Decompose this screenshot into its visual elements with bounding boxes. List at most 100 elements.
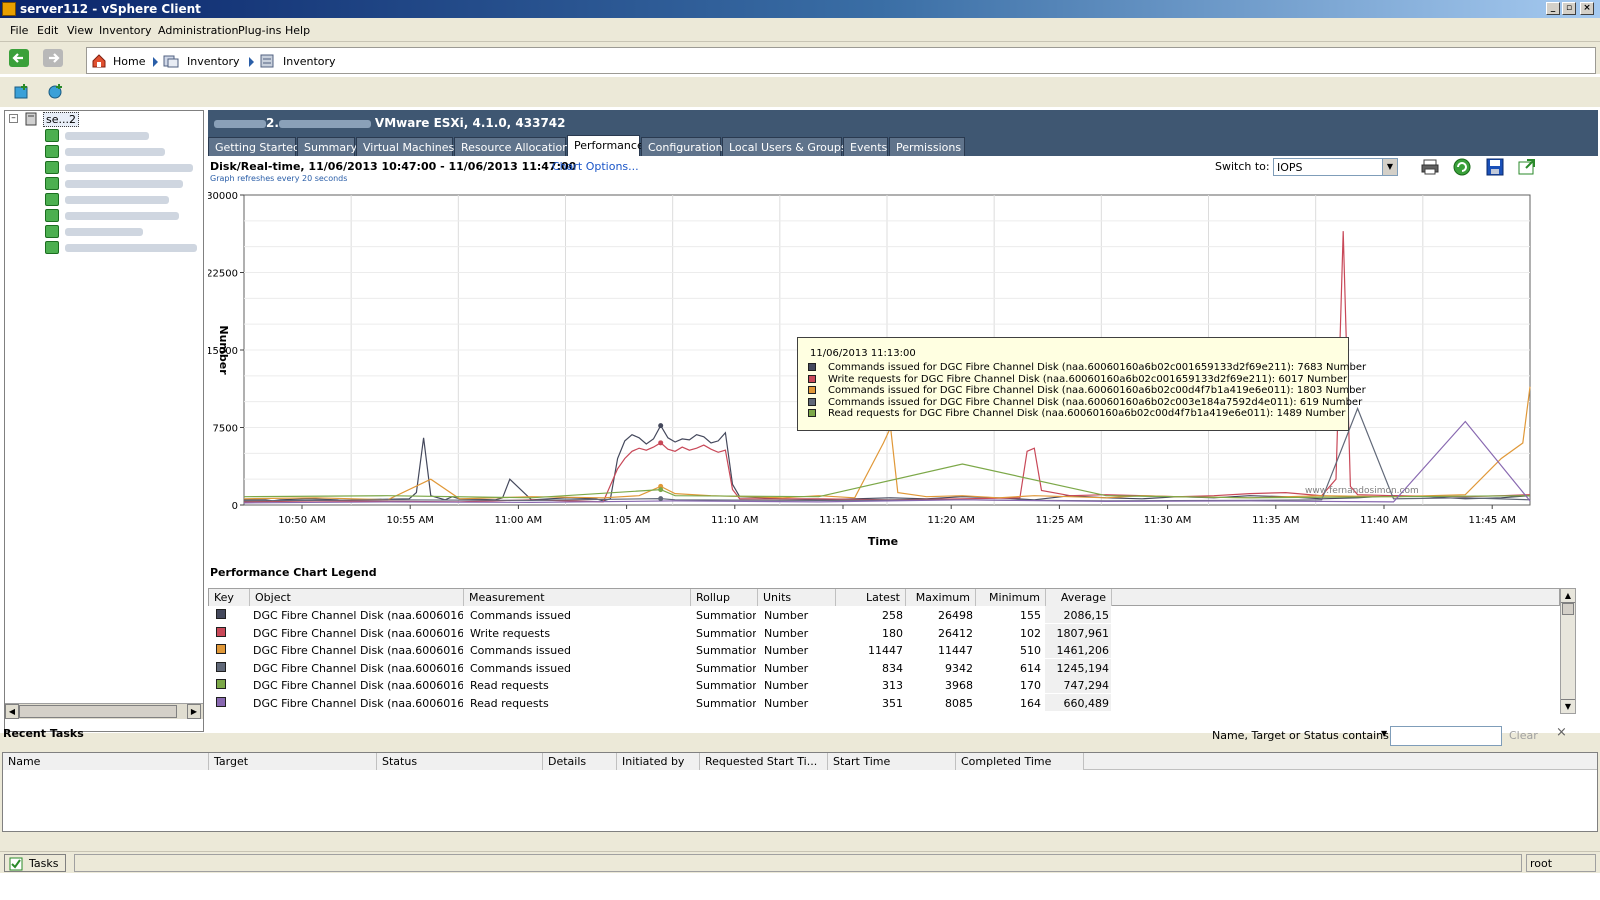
tooltip-swatch (808, 374, 816, 383)
close-button[interactable]: × (1580, 2, 1594, 15)
scroll-down-icon[interactable]: ▼ (1561, 699, 1575, 713)
menu-file[interactable]: File (10, 24, 28, 37)
legend-row[interactable]: DGC Fibre Channel Disk (naa.60060160a...… (208, 606, 1560, 623)
switch-to-select[interactable]: IOPS ▼ (1273, 158, 1398, 176)
tree-horizontal-scrollbar[interactable]: ◀ ▶ (5, 703, 203, 719)
tab-getting-started[interactable]: Getting Started (208, 137, 300, 156)
legend-row[interactable]: DGC Fibre Channel Disk (naa.60060160a...… (208, 694, 1560, 711)
filter-dropdown-icon[interactable]: ▼ (1381, 729, 1387, 738)
col-task-target[interactable]: Target (209, 753, 377, 770)
col-task-start-time[interactable]: Start Time (828, 753, 956, 770)
breadcrumb-home[interactable]: Home (113, 55, 145, 68)
x-tick-label: 10:55 AM (386, 515, 433, 526)
legend-row[interactable]: DGC Fibre Channel Disk (naa.60060160a...… (208, 658, 1560, 676)
legend-cell-maximum: 26498 (938, 609, 973, 622)
legend-cell-latest: 351 (882, 697, 903, 710)
chevron-down-icon[interactable]: ▼ (1382, 159, 1397, 175)
tab-summary[interactable]: Summary (297, 137, 357, 156)
col-task-status[interactable]: Status (377, 753, 543, 770)
tree-collapse-icon[interactable]: – (9, 114, 18, 123)
legend-cell-measurement: Commands issued (470, 644, 572, 658)
tab-resource-allocation[interactable]: Resource Allocation (454, 137, 569, 156)
maximize-button[interactable]: ▫ (1562, 2, 1576, 15)
host-node-label[interactable]: se...2 (43, 112, 79, 127)
col-object[interactable]: Object (250, 589, 464, 606)
col-average[interactable]: Average (1046, 589, 1112, 606)
current-user: root (1526, 854, 1596, 872)
tab-performance[interactable]: Performance (567, 135, 644, 156)
menu-inventory[interactable]: Inventory (99, 24, 152, 37)
back-arrow-icon[interactable] (9, 49, 29, 67)
new-vm-icon[interactable] (13, 82, 31, 100)
col-units[interactable]: Units (758, 589, 836, 606)
legend-row[interactable]: DGC Fibre Channel Disk (naa.60060160a...… (208, 641, 1560, 659)
legend-key-swatch (216, 644, 226, 655)
col-task-initiated-by[interactable]: Initiated by (617, 753, 700, 770)
scroll-left-icon[interactable]: ◀ (5, 704, 19, 719)
legend-row[interactable]: DGC Fibre Channel Disk (naa.60060160a...… (208, 676, 1560, 694)
tasks-icon (9, 857, 23, 871)
menu-administration[interactable]: Administration (158, 24, 239, 37)
minimize-button[interactable]: _ (1546, 2, 1560, 15)
tasks-button[interactable]: Tasks (4, 854, 66, 872)
clear-button[interactable]: Clear (1509, 729, 1538, 742)
col-minimum[interactable]: Minimum (976, 589, 1046, 606)
legend-row[interactable]: DGC Fibre Channel Disk (naa.60060160a...… (208, 623, 1560, 641)
menu-edit[interactable]: Edit (37, 24, 58, 37)
print-icon[interactable] (1420, 158, 1440, 176)
col-task-requested-start[interactable]: Requested Start Ti... (700, 753, 828, 770)
filter-input[interactable] (1390, 726, 1502, 746)
menu-help[interactable]: Help (285, 24, 310, 37)
vm-icon (45, 241, 59, 254)
legend-cell-minimum: 170 (1020, 679, 1041, 693)
x-tick-label: 11:10 AM (711, 515, 758, 526)
legend-header-row: Key Object Measurement Rollup Units Late… (208, 588, 1560, 606)
legend-cell-object: DGC Fibre Channel Disk (naa.60060160a... (253, 697, 463, 710)
scroll-right-icon[interactable]: ▶ (187, 704, 201, 719)
refresh-inventory-icon[interactable] (46, 82, 64, 100)
forward-arrow-icon[interactable] (43, 49, 63, 67)
col-measurement[interactable]: Measurement (464, 589, 691, 606)
save-icon[interactable] (1486, 158, 1504, 176)
legend-cell-rollup: Summation (696, 609, 756, 622)
col-task-completed-time[interactable]: Completed Time (956, 753, 1084, 770)
window-title: server112 - vSphere Client (20, 2, 201, 16)
legend-cell-average: 1461,206 (1056, 644, 1110, 658)
menu-plugins[interactable]: Plug-ins (238, 24, 281, 37)
col-task-details[interactable]: Details (543, 753, 617, 770)
home-icon[interactable] (91, 53, 107, 69)
legend-cell-minimum: 614 (1020, 661, 1041, 675)
host-header: 2. VMware ESXi, 4.1.0, 433742 Getting Sta… (208, 110, 1598, 156)
vm-name-redacted (65, 132, 149, 140)
legend-vertical-scrollbar[interactable]: ▲ ▼ (1560, 588, 1576, 714)
scroll-thumb[interactable] (1562, 603, 1574, 615)
tab-permissions[interactable]: Permissions (889, 137, 965, 156)
filter-label[interactable]: Name, Target or Status contains: (1212, 729, 1393, 742)
col-maximum[interactable]: Maximum (906, 589, 976, 606)
x-tick-label: 10:50 AM (278, 515, 325, 526)
breadcrumb-inventory-1[interactable]: Inventory (187, 55, 240, 68)
col-latest[interactable]: Latest (836, 589, 906, 606)
col-task-name[interactable]: Name (3, 753, 209, 770)
y-tick-label: 30000 (208, 191, 238, 202)
popup-chart-icon[interactable] (1518, 158, 1536, 176)
scroll-thumb[interactable] (19, 705, 177, 718)
menu-view[interactable]: View (67, 24, 93, 37)
close-icon[interactable]: × (1556, 725, 1567, 740)
chart-options-link[interactable]: Chart Options... (552, 160, 639, 173)
tab-virtual-machines[interactable]: Virtual Machines (356, 137, 454, 156)
hover-point (658, 487, 664, 493)
tab-events[interactable]: Events (843, 137, 888, 156)
col-rollup[interactable]: Rollup (691, 589, 758, 606)
legend-cell-minimum: 164 (1020, 697, 1041, 710)
tab-configuration[interactable]: Configuration (641, 137, 723, 156)
refresh-icon[interactable] (1452, 157, 1472, 177)
scroll-up-icon[interactable]: ▲ (1561, 589, 1575, 603)
breadcrumb-arrow-icon (249, 57, 254, 67)
y-tick-label: 7500 (213, 424, 238, 435)
tab-local-users-groups[interactable]: Local Users & Groups (722, 137, 847, 156)
legend-cell-object: DGC Fibre Channel Disk (naa.60060160a... (253, 644, 463, 658)
col-key[interactable]: Key (209, 589, 250, 606)
breadcrumb-inventory-2[interactable]: Inventory (283, 55, 336, 68)
performance-chart-panel: Disk/Real-time, 11/06/2013 10:47:00 - 11… (208, 156, 1598, 576)
